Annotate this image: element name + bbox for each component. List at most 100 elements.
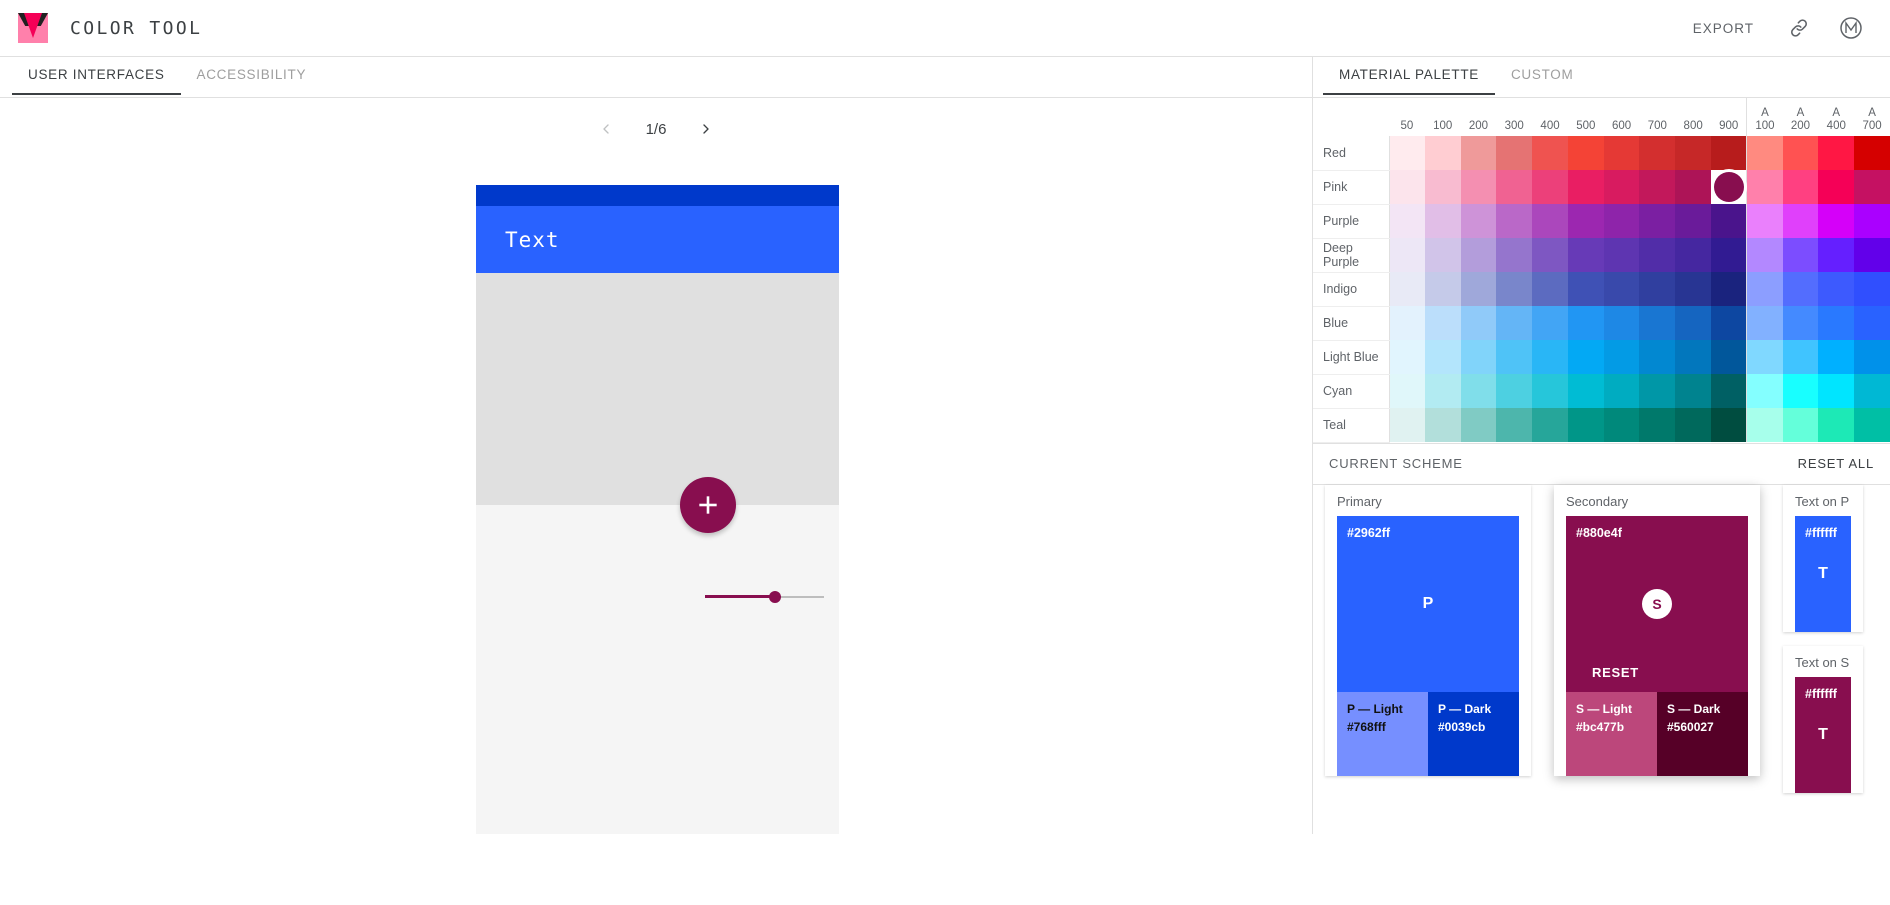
palette-swatch-blue-600[interactable] bbox=[1603, 306, 1640, 340]
palette-swatch-cyan-A700[interactable] bbox=[1854, 374, 1890, 408]
primary-light-swatch[interactable]: P — Light #768fff bbox=[1337, 691, 1428, 776]
palette-swatch-purple-900[interactable] bbox=[1711, 204, 1747, 238]
chevron-right-icon[interactable] bbox=[695, 118, 717, 140]
palette-swatch-light-blue-A100[interactable] bbox=[1746, 340, 1783, 374]
palette-swatch-teal-A400[interactable] bbox=[1818, 408, 1855, 442]
palette-swatch-teal-A700[interactable] bbox=[1854, 408, 1890, 442]
palette-swatch-teal-600[interactable] bbox=[1603, 408, 1640, 442]
palette-swatch-cyan-900[interactable] bbox=[1711, 374, 1747, 408]
palette-swatch-blue-200[interactable] bbox=[1460, 306, 1497, 340]
palette-swatch-blue-500[interactable] bbox=[1567, 306, 1604, 340]
palette-swatch-pink-A200[interactable] bbox=[1782, 170, 1819, 204]
palette-swatch-teal-700[interactable] bbox=[1639, 408, 1676, 442]
tab-user-interfaces[interactable]: USER INTERFACES bbox=[12, 57, 181, 95]
palette-swatch-cyan-600[interactable] bbox=[1603, 374, 1640, 408]
palette-swatch-cyan-A400[interactable] bbox=[1818, 374, 1855, 408]
palette-swatch-indigo-800[interactable] bbox=[1675, 272, 1712, 306]
palette-swatch-red-400[interactable] bbox=[1532, 136, 1568, 170]
palette-swatch-deep-purple-800[interactable] bbox=[1675, 238, 1712, 272]
palette-swatch-indigo-200[interactable] bbox=[1460, 272, 1497, 306]
palette-swatch-pink-600[interactable] bbox=[1603, 170, 1640, 204]
palette-swatch-deep-purple-A400[interactable] bbox=[1818, 238, 1855, 272]
palette-swatch-teal-800[interactable] bbox=[1675, 408, 1712, 442]
palette-swatch-light-blue-500[interactable] bbox=[1567, 340, 1604, 374]
palette-swatch-pink-300[interactable] bbox=[1496, 170, 1533, 204]
palette-swatch-purple-800[interactable] bbox=[1675, 204, 1712, 238]
palette-swatch-blue-300[interactable] bbox=[1496, 306, 1533, 340]
palette-swatch-deep-purple-A700[interactable] bbox=[1854, 238, 1890, 272]
palette-swatch-pink-A700[interactable] bbox=[1854, 170, 1890, 204]
palette-swatch-light-blue-400[interactable] bbox=[1532, 340, 1568, 374]
palette-swatch-blue-400[interactable] bbox=[1532, 306, 1568, 340]
palette-swatch-deep-purple-100[interactable] bbox=[1424, 238, 1461, 272]
palette-swatch-pink-100[interactable] bbox=[1424, 170, 1461, 204]
palette-swatch-cyan-200[interactable] bbox=[1460, 374, 1497, 408]
palette-swatch-red-800[interactable] bbox=[1675, 136, 1712, 170]
palette-swatch-cyan-300[interactable] bbox=[1496, 374, 1533, 408]
palette-swatch-indigo-700[interactable] bbox=[1639, 272, 1676, 306]
palette-swatch-purple-300[interactable] bbox=[1496, 204, 1533, 238]
palette-swatch-deep-purple-900[interactable] bbox=[1711, 238, 1747, 272]
text-on-primary-swatch[interactable]: #ffffff T bbox=[1795, 515, 1851, 632]
palette-swatch-teal-A200[interactable] bbox=[1782, 408, 1819, 442]
link-icon[interactable] bbox=[1786, 15, 1812, 41]
secondary-color-card[interactable]: Secondary #880e4f S RESET S — Light #bc4… bbox=[1554, 484, 1760, 776]
palette-swatch-blue-800[interactable] bbox=[1675, 306, 1712, 340]
palette-swatch-red-100[interactable] bbox=[1424, 136, 1461, 170]
palette-swatch-indigo-A100[interactable] bbox=[1746, 272, 1783, 306]
export-button[interactable]: EXPORT bbox=[1687, 13, 1760, 44]
palette-swatch-pink-200[interactable] bbox=[1460, 170, 1497, 204]
primary-dark-swatch[interactable]: P — Dark #0039cb bbox=[1428, 691, 1519, 776]
palette-swatch-deep-purple-700[interactable] bbox=[1639, 238, 1676, 272]
palette-swatch-purple-50[interactable] bbox=[1389, 204, 1425, 238]
material-design-icon[interactable] bbox=[1838, 15, 1864, 41]
palette-swatch-teal-200[interactable] bbox=[1460, 408, 1497, 442]
palette-swatch-red-700[interactable] bbox=[1639, 136, 1676, 170]
palette-swatch-red-900[interactable] bbox=[1711, 136, 1747, 170]
text-on-secondary-swatch[interactable]: #ffffff T bbox=[1795, 676, 1851, 793]
palette-swatch-deep-purple-400[interactable] bbox=[1532, 238, 1568, 272]
palette-swatch-indigo-300[interactable] bbox=[1496, 272, 1533, 306]
palette-swatch-light-blue-A200[interactable] bbox=[1782, 340, 1819, 374]
palette-swatch-pink-500[interactable] bbox=[1567, 170, 1604, 204]
palette-swatch-cyan-400[interactable] bbox=[1532, 374, 1568, 408]
palette-swatch-indigo-100[interactable] bbox=[1424, 272, 1461, 306]
slider-thumb[interactable] bbox=[769, 591, 782, 603]
palette-swatch-pink-800[interactable] bbox=[1675, 170, 1712, 204]
palette-swatch-cyan-500[interactable] bbox=[1567, 374, 1604, 408]
palette-swatch-deep-purple-A100[interactable] bbox=[1746, 238, 1783, 272]
palette-swatch-deep-purple-A200[interactable] bbox=[1782, 238, 1819, 272]
palette-swatch-red-A700[interactable] bbox=[1854, 136, 1890, 170]
palette-swatch-teal-400[interactable] bbox=[1532, 408, 1568, 442]
palette-swatch-teal-50[interactable] bbox=[1389, 408, 1425, 442]
palette-swatch-indigo-600[interactable] bbox=[1603, 272, 1640, 306]
palette-swatch-indigo-900[interactable] bbox=[1711, 272, 1747, 306]
palette-swatch-teal-A100[interactable] bbox=[1746, 408, 1783, 442]
palette-swatch-red-300[interactable] bbox=[1496, 136, 1533, 170]
palette-swatch-deep-purple-50[interactable] bbox=[1389, 238, 1425, 272]
palette-swatch-deep-purple-300[interactable] bbox=[1496, 238, 1533, 272]
palette-swatch-purple-400[interactable] bbox=[1532, 204, 1568, 238]
palette-swatch-blue-700[interactable] bbox=[1639, 306, 1676, 340]
palette-swatch-pink-700[interactable] bbox=[1639, 170, 1676, 204]
palette-swatch-cyan-800[interactable] bbox=[1675, 374, 1712, 408]
palette-swatch-purple-A700[interactable] bbox=[1854, 204, 1890, 238]
palette-swatch-indigo-500[interactable] bbox=[1567, 272, 1604, 306]
palette-swatch-purple-A100[interactable] bbox=[1746, 204, 1783, 238]
palette-swatch-cyan-100[interactable] bbox=[1424, 374, 1461, 408]
palette-swatch-teal-100[interactable] bbox=[1424, 408, 1461, 442]
preview-slider[interactable] bbox=[705, 587, 824, 607]
palette-swatch-pink-A400[interactable] bbox=[1818, 170, 1855, 204]
palette-swatch-deep-purple-500[interactable] bbox=[1567, 238, 1604, 272]
text-on-secondary-card[interactable]: Text on S #ffffff T bbox=[1783, 645, 1863, 793]
palette-swatch-red-600[interactable] bbox=[1603, 136, 1640, 170]
text-on-primary-card[interactable]: Text on P #ffffff T bbox=[1783, 484, 1863, 632]
palette-swatch-blue-50[interactable] bbox=[1389, 306, 1425, 340]
reset-all-button[interactable]: RESET ALL bbox=[1798, 456, 1874, 471]
palette-swatch-indigo-A200[interactable] bbox=[1782, 272, 1819, 306]
palette-swatch-cyan-700[interactable] bbox=[1639, 374, 1676, 408]
tab-material-palette[interactable]: MATERIAL PALETTE bbox=[1323, 57, 1495, 95]
palette-swatch-purple-100[interactable] bbox=[1424, 204, 1461, 238]
primary-color-card[interactable]: Primary #2962ff P P — Light #768fff P — … bbox=[1325, 484, 1531, 776]
palette-swatch-cyan-A200[interactable] bbox=[1782, 374, 1819, 408]
